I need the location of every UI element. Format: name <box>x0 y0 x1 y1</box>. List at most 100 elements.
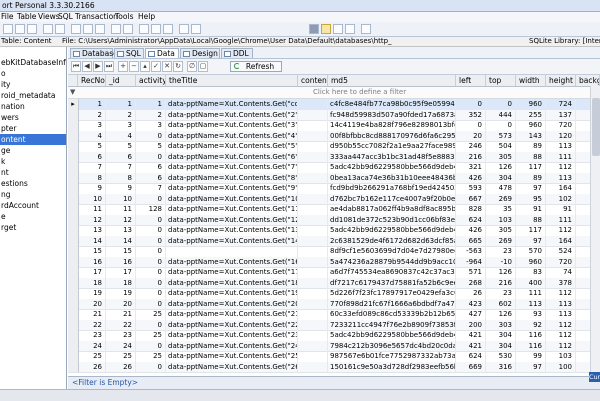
cell-md5[interactable]: ae4dab8817a062ff4b9a8df8ac895b76.png <box>328 204 456 215</box>
cell-activityid[interactable]: 0 <box>136 340 166 351</box>
sidebar-item[interactable]: rget <box>0 222 66 233</box>
cell-recno[interactable]: 16 <box>78 256 106 267</box>
cell-left[interactable]: 624 <box>456 351 486 362</box>
cell-left[interactable]: 667 <box>456 193 486 204</box>
refresh-data-icon[interactable]: ↻ <box>173 61 183 72</box>
cell-width[interactable]: 97 <box>516 361 546 372</box>
next-record-icon[interactable]: ▶ <box>93 61 103 72</box>
cell-top[interactable]: 35 <box>486 204 516 215</box>
cell-thetitle[interactable]: data-pptName=Xut.Contents.Get("17") <box>166 267 298 278</box>
col-header-height[interactable]: height <box>546 75 576 86</box>
cell-md5[interactable]: a6d7f745534ea8690837c42c37ac321.svg <box>328 267 456 278</box>
cell-top[interactable]: 23 <box>486 288 516 299</box>
cell-id[interactable]: 6 <box>106 151 136 162</box>
cell-md5[interactable]: df7217c6179437d75881fa52b6c9eedd.png <box>328 277 456 288</box>
cell-left[interactable]: 0 <box>456 99 486 110</box>
cell-left[interactable]: 268 <box>456 277 486 288</box>
cell-content[interactable] <box>298 256 328 267</box>
import-icon[interactable] <box>123 24 133 34</box>
cell-activityid[interactable]: 0 <box>136 214 166 225</box>
cell-top[interactable]: 530 <box>486 351 516 362</box>
cell-top[interactable]: 304 <box>486 340 516 351</box>
cell-content[interactable] <box>298 225 328 236</box>
cell-recno[interactable]: 19 <box>78 288 106 299</box>
cell-height[interactable]: 112 <box>546 225 576 236</box>
menu-file[interactable]: File <box>1 12 14 22</box>
cell-activityid[interactable]: 1 <box>136 99 166 110</box>
cell-top[interactable]: 23 <box>486 246 516 257</box>
cell-recno[interactable]: 1 <box>78 99 106 110</box>
cell-height[interactable]: 100 <box>546 361 576 372</box>
cell-height[interactable]: 720 <box>546 120 576 131</box>
cell-activityid[interactable]: 0 <box>136 256 166 267</box>
cell-activityid[interactable]: 0 <box>136 298 166 309</box>
cell-md5[interactable]: 5adc42bb9d6229580bbe566d9deb4163.png <box>328 162 456 173</box>
cell-top[interactable]: 126 <box>486 309 516 320</box>
cell-thetitle[interactable]: data-pptName=Xut.Contents.Get("8") <box>166 172 298 183</box>
cell-thetitle[interactable]: data-pptName=Xut.Contents.Get("14") <box>166 235 298 246</box>
cell-thetitle[interactable]: data-pptName=Xut.Contents.Get("19") <box>166 288 298 299</box>
cell-md5[interactable]: c4fc8e484fb77ca98b0c95f9e05994b0.jpg <box>328 99 456 110</box>
filter-row[interactable]: ▼ Click here to define a filter <box>68 87 600 99</box>
cell-width[interactable]: 89 <box>516 172 546 183</box>
cell-left[interactable]: 426 <box>456 225 486 236</box>
cell-left[interactable]: 593 <box>456 183 486 194</box>
col-header-width[interactable]: width <box>516 75 546 86</box>
sql-run-icon[interactable] <box>151 24 161 34</box>
cell-activityid[interactable]: 0 <box>136 130 166 141</box>
cell-recno[interactable]: 9 <box>78 183 106 194</box>
cell-thetitle[interactable]: data-pptName=Xut.Contents.Get("24") <box>166 340 298 351</box>
cell-top[interactable]: 0 <box>486 120 516 131</box>
cell-height[interactable]: 113 <box>546 309 576 320</box>
cell-activityid[interactable]: 0 <box>136 246 166 257</box>
cell-thetitle[interactable]: data-pptName=Xut.Contents.Get("23") <box>166 330 298 341</box>
cell-activityid[interactable]: 0 <box>136 288 166 299</box>
cell-activityid[interactable]: 6 <box>136 162 166 173</box>
cell-md5[interactable]: 5d226f7f23fc17897917e0429efa3c68.png <box>328 288 456 299</box>
cell-height[interactable]: 720 <box>546 256 576 267</box>
cell-id[interactable]: 22 <box>106 319 136 330</box>
cell-activityid[interactable]: 0 <box>136 235 166 246</box>
cell-left[interactable]: 20 <box>456 130 486 141</box>
cell-width[interactable]: 93 <box>516 309 546 320</box>
sidebar-item[interactable]: nt <box>0 167 66 178</box>
cell-width[interactable]: 143 <box>516 130 546 141</box>
prior-record-icon[interactable]: ◀ <box>82 61 92 72</box>
cell-left[interactable]: -563 <box>456 246 486 257</box>
cell-md5[interactable]: 14c4119e4ba828f796e82898013bfdf6.jpg <box>328 120 456 131</box>
cell-height[interactable]: 112 <box>546 288 576 299</box>
cell-content[interactable] <box>298 309 328 320</box>
cell-id[interactable]: 14 <box>106 235 136 246</box>
cell-content[interactable] <box>298 99 328 110</box>
col-header-thetitle[interactable]: theTitle <box>166 75 298 86</box>
cell-left[interactable]: 426 <box>456 172 486 183</box>
sidebar-item[interactable]: nation <box>0 101 66 112</box>
cell-id[interactable]: 13 <box>106 225 136 236</box>
cell-md5[interactable]: fc948d59983d507a90fded17a6873ae.png <box>328 109 456 120</box>
cell-md5[interactable]: 8df9cf1e5603699d7d04e7d27980ee7.png <box>328 246 456 257</box>
edit-record-icon[interactable]: ▴ <box>140 61 150 72</box>
new-db-icon[interactable] <box>3 24 13 34</box>
cell-content[interactable] <box>298 288 328 299</box>
cell-height[interactable]: 378 <box>546 277 576 288</box>
cell-recno[interactable]: 4 <box>78 130 106 141</box>
vertical-scrollbar[interactable] <box>590 86 600 376</box>
cell-left[interactable]: 665 <box>456 235 486 246</box>
tab-data[interactable]: Data <box>145 48 179 58</box>
cell-height[interactable]: 120 <box>546 130 576 141</box>
cell-md5[interactable]: 770f898d21fc67f1666a6bdbdf7a478c.png <box>328 298 456 309</box>
cell-activityid[interactable]: 25 <box>136 330 166 341</box>
table-row[interactable]: 26 26 0 data-pptName=Xut.Contents.Get("26")… <box>68 361 600 373</box>
cell-id[interactable]: 19 <box>106 288 136 299</box>
cell-thetitle[interactable]: data-pptName=Xut.Contents.Get("5") <box>166 141 298 152</box>
cell-id[interactable]: 25 <box>106 351 136 362</box>
cell-top[interactable]: 573 <box>486 130 516 141</box>
form-view-icon[interactable] <box>333 24 343 34</box>
cell-content[interactable] <box>298 277 328 288</box>
cell-thetitle[interactable]: data-pptName=Xut.Contents.Get("10") <box>166 193 298 204</box>
cell-width[interactable]: 89 <box>516 141 546 152</box>
cell-activityid[interactable]: 128 <box>136 204 166 215</box>
cell-activityid[interactable]: 25 <box>136 351 166 362</box>
cell-height[interactable]: 91 <box>546 204 576 215</box>
cell-recno[interactable]: 24 <box>78 340 106 351</box>
